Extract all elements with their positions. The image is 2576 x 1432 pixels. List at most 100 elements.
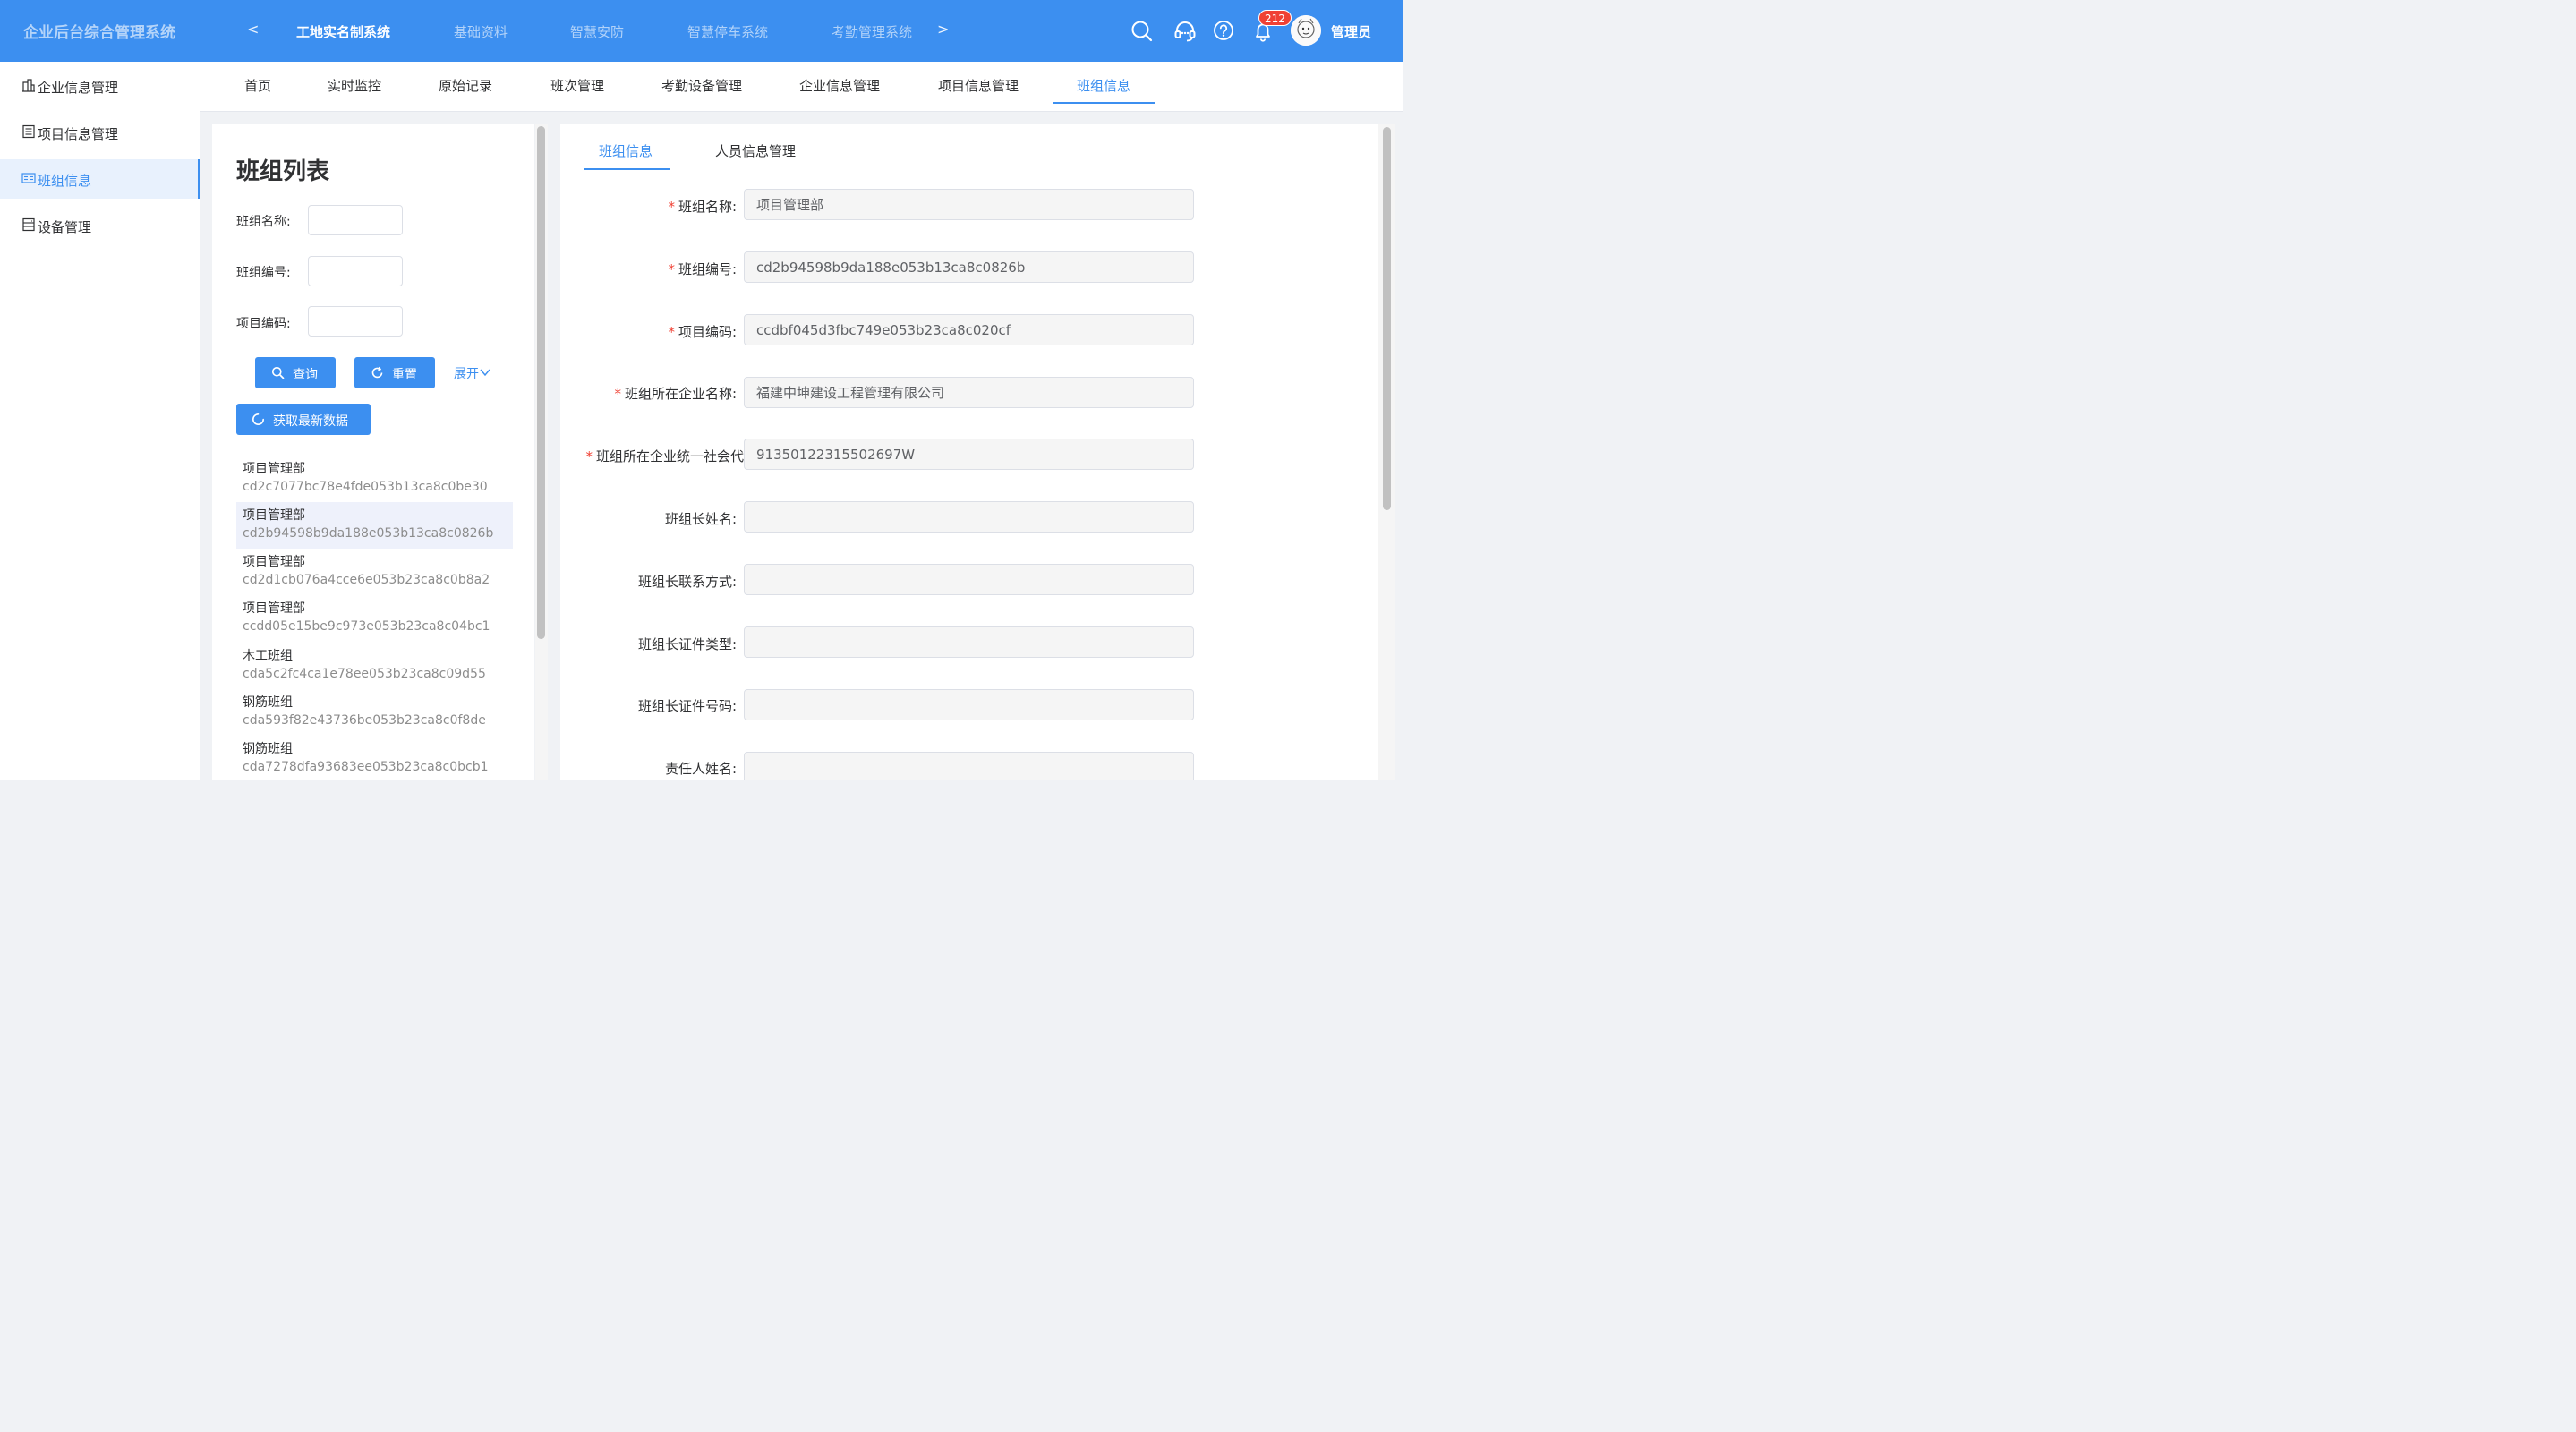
list-item[interactable]: 项目管理部 cd2c7077bc78e4fde053b13ca8c0be30 <box>236 456 513 502</box>
device-icon <box>21 217 36 232</box>
field-label-credit-code: * 班组所在企业统一社会代 <box>585 448 744 465</box>
team-name: 木工班组 <box>243 649 293 663</box>
system-tab-attendance[interactable]: 考勤管理系统 <box>832 22 912 41</box>
team-code: cda5c2fc4ca1e78ee053b23ca8c09d55 <box>243 667 486 681</box>
sidebar-item-team-info[interactable]: 班组信息 <box>0 159 200 199</box>
list-item[interactable]: 项目管理部 cd2b94598b9da188e053b13ca8c0826b <box>236 502 513 549</box>
team-name-field[interactable] <box>744 189 1194 220</box>
team-name: 钢筋班组 <box>243 742 293 756</box>
team-code-input[interactable] <box>308 256 403 286</box>
expand-filters-link[interactable]: 展开 <box>454 364 491 382</box>
sidebar-item-label: 设备管理 <box>38 219 92 235</box>
tab-attendance-devices[interactable]: 考勤设备管理 <box>661 76 742 95</box>
sidebar-item-label: 项目信息管理 <box>38 126 119 142</box>
required-mark: * <box>585 448 593 465</box>
leader-name-field[interactable] <box>744 501 1194 533</box>
system-tab-basic-data[interactable]: 基础资料 <box>454 22 508 41</box>
building-icon <box>21 78 36 92</box>
query-button[interactable]: 查询 <box>255 357 336 388</box>
system-tab-parking[interactable]: 智慧停车系统 <box>687 22 768 41</box>
app-title: 企业后台综合管理系统 <box>23 24 175 42</box>
tab-team-info[interactable]: 班组信息 <box>1077 76 1130 95</box>
team-name: 项目管理部 <box>243 462 305 476</box>
detail-scrollbar-thumb[interactable] <box>1383 127 1391 510</box>
field-label-responsible-name: 责任人姓名: <box>664 761 737 777</box>
required-mark: * <box>668 324 675 340</box>
leader-contact-field[interactable] <box>744 564 1194 595</box>
tab-realtime-monitor[interactable]: 实时监控 <box>328 76 381 95</box>
team-code: cd2d1cb076a4cce6e053b23ca8c0b8a2 <box>243 573 490 587</box>
field-label-team-code: * 班组编号: <box>668 261 737 277</box>
tab-shift-management[interactable]: 班次管理 <box>550 76 604 95</box>
sidebar-item-label: 企业信息管理 <box>38 80 119 96</box>
leader-id-number-field[interactable] <box>744 689 1194 720</box>
systems-prev-arrow[interactable]: < <box>247 21 259 38</box>
headset-icon[interactable] <box>1173 20 1197 43</box>
active-tab-indicator <box>1053 102 1155 104</box>
tab-home[interactable]: 首页 <box>244 76 271 95</box>
chevron-down-icon <box>479 367 491 381</box>
list-item[interactable]: 钢筋班组 cda593f82e43736be053b23ca8c0f8de <box>236 689 513 736</box>
team-name: 项目管理部 <box>243 508 305 523</box>
system-tab-realname[interactable]: 工地实名制系统 <box>296 22 390 41</box>
tab-project-info[interactable]: 项目信息管理 <box>938 76 1019 95</box>
query-button-label: 查询 <box>293 368 318 382</box>
tab-enterprise-info[interactable]: 企业信息管理 <box>799 76 880 95</box>
required-mark: * <box>668 199 675 215</box>
field-label-project-code: * 项目编码: <box>668 324 737 340</box>
system-tab-security[interactable]: 智慧安防 <box>570 22 624 41</box>
list-item[interactable]: 钢筋班组 cda7278dfa93683ee053b23ca8c0bcb1 <box>236 736 513 780</box>
help-icon[interactable] <box>1213 20 1236 43</box>
tab-team-info-detail[interactable]: 班组信息 <box>599 141 653 160</box>
project-code-input[interactable] <box>308 306 403 337</box>
fetch-latest-data-button[interactable]: 获取最新数据 <box>236 404 371 435</box>
systems-next-arrow[interactable]: > <box>937 21 949 38</box>
team-card-icon <box>21 171 36 185</box>
list-item[interactable]: 木工班组 cda5c2fc4ca1e78ee053b23ca8c09d55 <box>236 643 513 689</box>
team-name: 钢筋班组 <box>243 695 293 710</box>
field-label-team-name: * 班组名称: <box>668 199 737 215</box>
list-item[interactable]: 项目管理部 cd2d1cb076a4cce6e053b23ca8c0b8a2 <box>236 549 513 595</box>
notification-badge: 212 <box>1258 10 1292 26</box>
reset-button[interactable]: 重置 <box>354 357 435 388</box>
tab-personnel-management[interactable]: 人员信息管理 <box>715 141 796 160</box>
team-code-field[interactable] <box>744 251 1194 283</box>
team-name-input[interactable] <box>308 205 403 235</box>
active-subtab-indicator <box>584 168 670 170</box>
project-code-field[interactable] <box>744 314 1194 345</box>
reset-button-label: 重置 <box>392 368 417 382</box>
panel-title: 班组列表 <box>236 158 330 185</box>
team-code: ccdd05e15be9c973e053b23ca8c04bc1 <box>243 619 490 634</box>
team-code: cda593f82e43736be053b23ca8c0f8de <box>243 713 486 728</box>
filter-label-team-code: 班组编号: <box>236 266 291 280</box>
team-code: cda7278dfa93683ee053b23ca8c0bcb1 <box>243 760 489 774</box>
sidebar-item-enterprise-info[interactable]: 企业信息管理 <box>0 66 200 106</box>
expand-label: 展开 <box>454 367 479 381</box>
sidebar-item-project-info[interactable]: 项目信息管理 <box>0 113 200 152</box>
search-icon[interactable] <box>1130 20 1154 43</box>
sidebar-item-device-management[interactable]: 设备管理 <box>0 206 200 245</box>
list-item[interactable]: 项目管理部 ccdd05e15be9c973e053b23ca8c04bc1 <box>236 595 513 642</box>
loading-icon <box>252 413 265 426</box>
team-code: cd2c7077bc78e4fde053b13ca8c0be30 <box>243 480 488 494</box>
page-tabs: 首页 实时监控 原始记录 班次管理 考勤设备管理 企业信息管理 项目信息管理 班… <box>200 62 1403 112</box>
team-list-panel: 班组列表 班组名称: 班组编号: 项目编码: 查询 重置 展开 获取最新数据 项… <box>212 124 534 780</box>
responsible-name-field[interactable] <box>744 752 1194 780</box>
username[interactable]: 管理员 <box>1331 22 1371 41</box>
avatar[interactable] <box>1291 15 1321 46</box>
field-label-leader-name: 班组长姓名: <box>664 511 737 527</box>
top-header: 企业后台综合管理系统 < 工地实名制系统 基础资料 智慧安防 智慧停车系统 考勤… <box>0 0 1403 62</box>
fetch-latest-data-label: 获取最新数据 <box>273 414 348 429</box>
team-name: 项目管理部 <box>243 555 305 569</box>
refresh-icon <box>371 366 384 379</box>
leader-id-type-field[interactable] <box>744 626 1194 658</box>
required-mark: * <box>614 386 621 402</box>
enterprise-name-field[interactable] <box>744 377 1194 408</box>
team-detail-panel: 班组信息 人员信息管理 *班组名称: *班组编号: *项目编码: *班组所在企业… <box>560 124 1378 780</box>
tab-raw-records[interactable]: 原始记录 <box>439 76 492 95</box>
credit-code-field[interactable] <box>744 439 1194 470</box>
team-code: cd2b94598b9da188e053b13ca8c0826b <box>243 526 494 541</box>
team-list-scrollbar-thumb[interactable] <box>537 126 545 639</box>
field-label-leader-id-type: 班组长证件类型: <box>637 636 737 652</box>
field-label-enterprise-name: * 班组所在企业名称: <box>614 386 737 402</box>
